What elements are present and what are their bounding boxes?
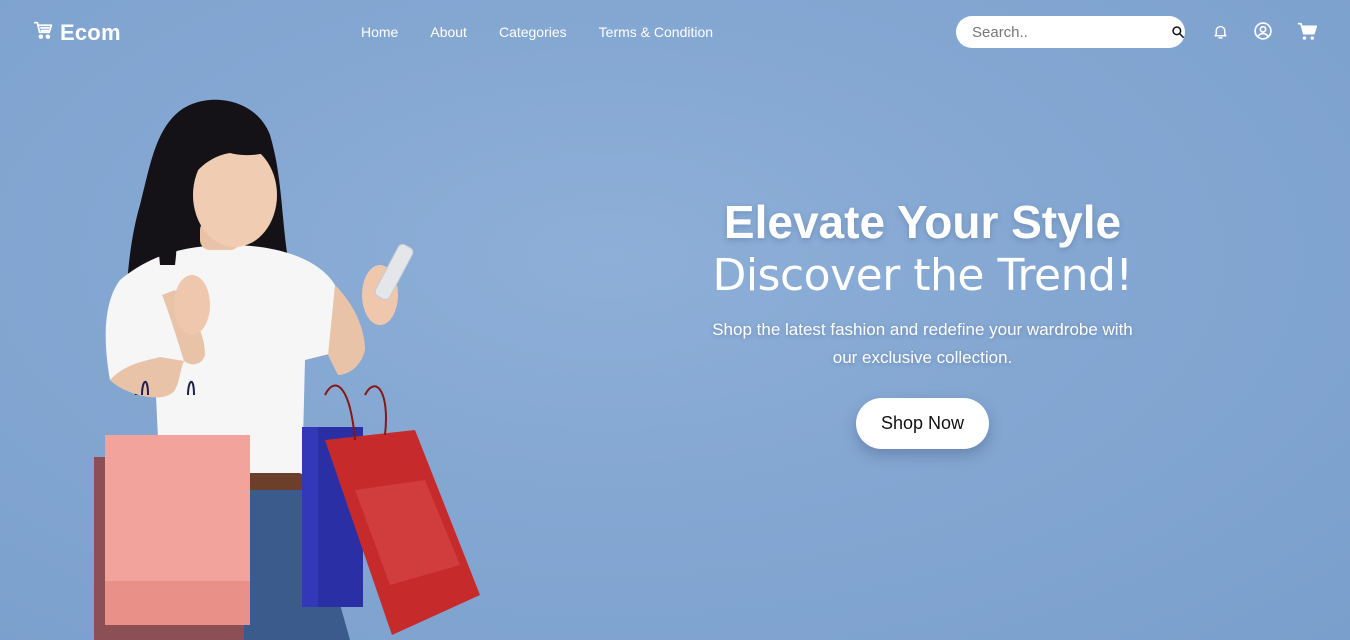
navbar: Ecom Home About Categories Terms & Condi… bbox=[0, 0, 1350, 64]
hero-tagline-line1: Shop the latest fashion and redefine you… bbox=[712, 320, 1133, 339]
nav-link-terms[interactable]: Terms & Condition bbox=[599, 22, 713, 42]
cart-icon[interactable] bbox=[1296, 20, 1318, 42]
search-input[interactable] bbox=[972, 23, 1171, 41]
brand-name: Ecom bbox=[60, 20, 121, 45]
hero-headline: Elevate Your Style bbox=[723, 196, 1122, 248]
hero-tagline: Shop the latest fashion and redefine you… bbox=[660, 316, 1185, 372]
hero-subheadline: Discover the Trend! bbox=[712, 250, 1133, 301]
hero-section: Elevate Your Style Discover the Trend! S… bbox=[660, 192, 1185, 449]
bell-icon[interactable] bbox=[1209, 20, 1231, 42]
hero-model-image bbox=[80, 95, 500, 640]
shopping-cart-icon bbox=[33, 20, 54, 46]
search-icon[interactable] bbox=[1171, 25, 1185, 39]
brand-logo[interactable]: Ecom bbox=[33, 18, 121, 48]
main-nav: Home About Categories Terms & Condition bbox=[361, 22, 745, 42]
nav-link-categories[interactable]: Categories bbox=[499, 22, 567, 42]
user-circle-icon[interactable] bbox=[1252, 20, 1274, 42]
nav-link-about[interactable]: About bbox=[430, 22, 467, 42]
nav-link-home[interactable]: Home bbox=[361, 22, 398, 42]
search-bar bbox=[956, 16, 1185, 48]
shop-now-button[interactable]: Shop Now bbox=[856, 398, 989, 449]
hero-tagline-line2: our exclusive collection. bbox=[832, 348, 1013, 367]
